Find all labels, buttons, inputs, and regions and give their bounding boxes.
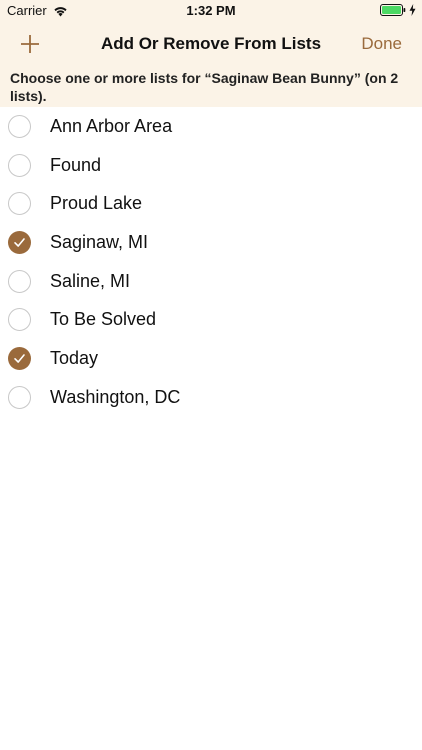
done-button[interactable]: Done — [361, 34, 402, 54]
list-item-label: Saline, MI — [50, 270, 131, 291]
navigation-bar: Add Or Remove From Lists Done — [0, 22, 422, 66]
status-time: 1:32 PM — [186, 3, 236, 18]
empty-circle-icon[interactable] — [8, 269, 31, 293]
checkmark-circle-icon[interactable] — [8, 346, 31, 370]
list-item[interactable]: Ann Arbor Area — [0, 107, 422, 146]
list-item[interactable]: Proud Lake — [0, 184, 422, 223]
status-right — [380, 4, 416, 16]
empty-circle-icon[interactable] — [8, 114, 31, 138]
list-item[interactable]: Washington, DC — [0, 378, 422, 417]
list-item[interactable]: Found — [0, 146, 422, 185]
list-item-label: Found — [50, 154, 102, 175]
list-item[interactable]: Today — [0, 339, 422, 378]
list-item[interactable]: To Be Solved — [0, 300, 422, 339]
list-item-label: Ann Arbor Area — [50, 115, 173, 136]
screen: Carrier 1:32 PM Add Or Remove From Lists… — [0, 0, 422, 750]
list-item[interactable]: Saginaw, MI — [0, 223, 422, 262]
empty-circle-icon[interactable] — [8, 153, 31, 177]
empty-circle-icon[interactable] — [8, 192, 31, 216]
list-item[interactable]: Saline, MI — [0, 262, 422, 301]
list-item-label: To Be Solved — [50, 309, 157, 330]
list-item-label: Today — [50, 347, 99, 368]
empty-circle-icon[interactable] — [8, 385, 31, 409]
empty-circle-icon[interactable] — [8, 308, 31, 332]
list-item-label: Proud Lake — [50, 193, 143, 214]
page-title: Add Or Remove From Lists — [100, 34, 322, 53]
checkmark-circle-icon[interactable] — [8, 230, 31, 254]
lists-list: Ann Arbor Area Found Proud Lake Saginaw, MI… — [0, 107, 422, 417]
list-item-label: Saginaw, MI — [50, 231, 149, 252]
instruction-text: Choose one or more lists for “Saginaw Be… — [0, 66, 422, 107]
list-item-label: Washington, DC — [50, 386, 181, 407]
charging-bolt-icon — [409, 4, 416, 16]
battery-icon — [380, 4, 406, 16]
status-bar: Carrier 1:32 PM — [0, 0, 422, 22]
